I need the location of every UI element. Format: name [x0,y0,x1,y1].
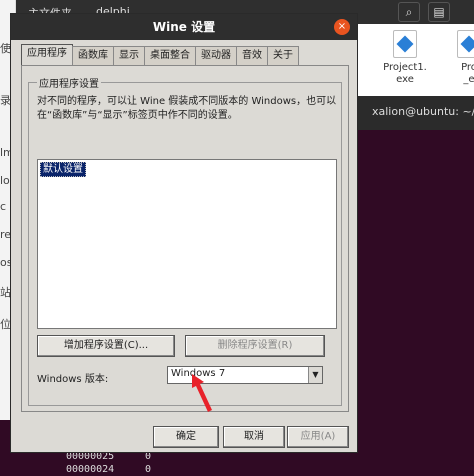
file-item[interactable]: Project1. exe [378,30,432,86]
wine-config-dialog: Wine 设置 × 应用程序 函数库 显示 桌面整合 驱动器 音效 关于 应用程… [10,13,358,453]
tab-libraries[interactable]: 函数库 [72,46,114,65]
tab-graphics[interactable]: 显示 [113,46,145,65]
search-icon[interactable]: ⌕ [398,2,420,22]
windows-version-label: Windows 版本: [37,374,109,385]
sidebar-item[interactable]: c [0,200,6,213]
file-name-ext: _e [463,74,474,85]
terminal-title: xalion@ubuntu: ~/d [356,96,474,130]
file-name-ext: exe [396,74,414,85]
dialog-titlebar[interactable]: Wine 设置 × [11,14,357,40]
file-name: Pro [461,62,474,73]
tab-drives[interactable]: 驱动器 [195,46,237,65]
ok-button[interactable]: 确定 [153,426,219,448]
application-list[interactable]: 默认设置 [37,159,337,329]
file-item[interactable]: Pro _e [442,30,474,86]
executable-icon [393,30,417,58]
chevron-down-icon[interactable]: ▼ [308,367,322,383]
annotation-arrow [192,374,212,412]
group-label: 应用程序设置 [37,75,101,90]
tab-about[interactable]: 关于 [267,46,299,65]
tab-audio[interactable]: 音效 [236,46,268,65]
application-settings-group: 应用程序设置 对不同的程序，可以让 Wine 假装成不同版本的 Windows，… [28,75,342,406]
file-grid: P. Project1. exe Pro _e [350,24,474,96]
cancel-button[interactable]: 取消 [223,426,285,448]
remove-application-button[interactable]: 删除程序设置(R) [185,335,325,357]
tab-applications[interactable]: 应用程序 [21,44,73,65]
list-item[interactable]: 默认设置 [40,162,86,177]
tab-bar: 应用程序 函数库 显示 桌面整合 驱动器 音效 关于 [21,44,299,65]
apply-button[interactable]: 应用(A) [287,426,349,448]
list-view-icon[interactable]: ▤ [428,2,450,22]
add-application-button[interactable]: 增加程序设置(C)... [37,335,175,357]
tab-panel: 应用程序设置 对不同的程序，可以让 Wine 假装成不同版本的 Windows，… [21,65,349,412]
dialog-title: Wine 设置 [152,20,216,34]
description-text: 对不同的程序，可以让 Wine 假装成不同版本的 Windows，也可以在“函数… [37,96,337,121]
close-icon[interactable]: × [334,19,350,35]
sidebar-item[interactable]: lo [0,174,10,187]
terminal-row-val: 0 [145,464,152,475]
terminal-row-addr: 00000024 [66,464,115,475]
tab-desktop-integration[interactable]: 桌面整合 [144,46,196,65]
executable-icon [457,30,474,58]
file-name: Project1. [383,62,427,73]
